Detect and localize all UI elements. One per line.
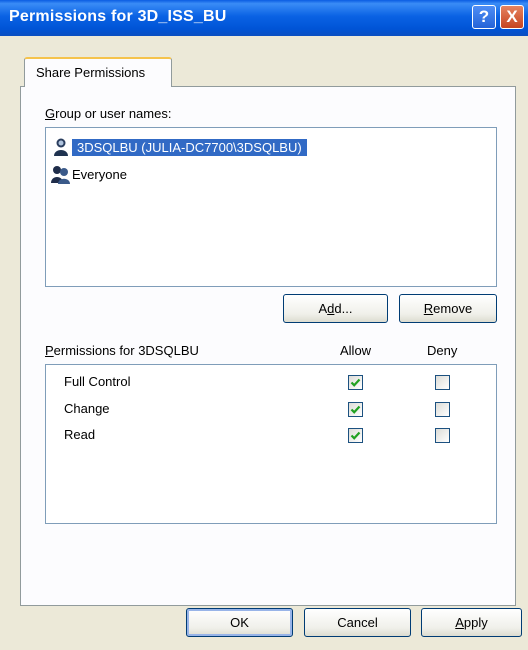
permissions-dialog: Permissions for 3D_ISS_BU ? X Share Perm… <box>0 0 528 650</box>
list-item-label: Everyone <box>72 166 127 182</box>
window-title: Permissions for 3D_ISS_BU <box>9 8 227 25</box>
checkmark-icon <box>350 405 361 414</box>
permissions-list: Full Control Change Read <box>45 364 497 524</box>
allow-full-control-checkbox[interactable] <box>348 375 363 390</box>
group-icon <box>51 166 70 184</box>
cancel-button[interactable]: Cancel <box>304 608 411 637</box>
allow-read-checkbox[interactable] <box>348 428 363 443</box>
deny-change-checkbox[interactable] <box>435 402 450 417</box>
ok-button[interactable]: OK <box>186 608 293 637</box>
remove-button[interactable]: Remove <box>399 294 497 323</box>
close-button[interactable]: X <box>500 5 524 29</box>
deny-full-control-checkbox[interactable] <box>435 375 450 390</box>
help-icon: ? <box>478 7 490 26</box>
list-item-label: 3DSQLBU (JULIA-DC7700\3DSQLBU) <box>72 138 307 156</box>
permission-row-full-control: Full Control <box>64 374 131 389</box>
apply-button[interactable]: Apply <box>421 608 522 637</box>
title-bar[interactable]: Permissions for 3D_ISS_BU ? X <box>0 0 528 36</box>
deny-column-header: Deny <box>427 343 458 358</box>
checkmark-icon <box>350 431 361 440</box>
tab-share-permissions[interactable]: Share Permissions <box>24 57 172 87</box>
permissions-header-label: Permissions for 3DSQLBU <box>45 343 199 358</box>
group-or-user-names-label: Group or user names: <box>45 106 172 121</box>
allow-change-checkbox[interactable] <box>348 402 363 417</box>
allow-column-header: Allow <box>340 343 372 358</box>
permission-row-read: Read <box>64 427 96 442</box>
add-button[interactable]: Add... <box>283 294 388 323</box>
close-icon: X <box>506 7 518 26</box>
checkmark-icon <box>350 378 361 387</box>
user-icon <box>54 138 68 156</box>
permission-row-change: Change <box>64 401 110 416</box>
list-item-everyone[interactable]: Everyone <box>50 163 127 185</box>
help-button[interactable]: ? <box>472 5 496 29</box>
tab-label: Share Permissions <box>36 65 146 80</box>
deny-read-checkbox[interactable] <box>435 428 450 443</box>
user-list[interactable]: 3DSQLBU (JULIA-DC7700\3DSQLBU) Everyone <box>45 127 497 287</box>
list-item-3dsqlbu[interactable]: 3DSQLBU (JULIA-DC7700\3DSQLBU) <box>50 136 307 158</box>
